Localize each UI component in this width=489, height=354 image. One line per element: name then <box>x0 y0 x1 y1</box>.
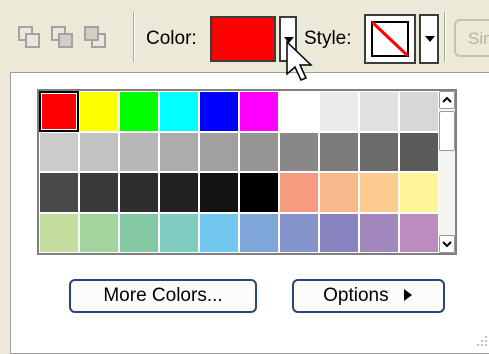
options-button[interactable]: Options <box>292 279 445 313</box>
toolbar-separator <box>133 12 135 62</box>
color-cell[interactable] <box>239 91 279 132</box>
color-cell[interactable] <box>319 212 359 253</box>
color-cell[interactable] <box>159 91 199 132</box>
group-icon[interactable] <box>50 25 74 49</box>
color-cell[interactable] <box>79 131 119 172</box>
color-cell[interactable] <box>399 131 439 172</box>
chevron-up-icon <box>442 96 452 103</box>
send-backward-icon[interactable] <box>17 25 41 49</box>
scroll-down-button[interactable] <box>439 235 455 253</box>
style-button[interactable] <box>364 14 416 64</box>
color-cell[interactable] <box>119 212 159 253</box>
sin-button[interactable]: Sin <box>454 19 489 57</box>
color-swatch-button[interactable] <box>210 16 276 62</box>
color-cell[interactable] <box>119 172 159 213</box>
color-cell[interactable] <box>359 172 399 213</box>
chevron-down-icon <box>442 241 452 248</box>
color-cell[interactable] <box>199 212 239 253</box>
resize-grip-icon[interactable] <box>476 335 488 347</box>
color-cell[interactable] <box>119 131 159 172</box>
no-style-icon <box>370 20 410 58</box>
color-cell[interactable] <box>199 131 239 172</box>
color-cell[interactable] <box>279 131 319 172</box>
color-cell[interactable] <box>119 91 159 132</box>
color-grid-frame <box>37 89 457 255</box>
color-cell[interactable] <box>359 91 399 132</box>
palette-scrollbar[interactable] <box>439 91 455 253</box>
color-cell[interactable] <box>39 131 79 172</box>
color-cell[interactable] <box>239 172 279 213</box>
color-label: Color: <box>146 28 197 49</box>
bring-forward-icon[interactable] <box>83 25 107 49</box>
color-cell[interactable] <box>319 91 359 132</box>
color-cell[interactable] <box>279 91 319 132</box>
color-cell[interactable] <box>319 131 359 172</box>
color-cell[interactable] <box>159 172 199 213</box>
color-cell[interactable] <box>199 91 239 132</box>
color-cell[interactable] <box>359 212 399 253</box>
scroll-up-button[interactable] <box>439 91 455 109</box>
color-cell[interactable] <box>399 172 439 213</box>
color-cell[interactable] <box>319 172 359 213</box>
color-cell[interactable] <box>359 131 399 172</box>
color-cell[interactable] <box>279 212 319 253</box>
mouse-cursor-icon <box>286 40 313 81</box>
color-grid <box>39 91 439 253</box>
color-cell[interactable] <box>159 131 199 172</box>
style-dropdown-button[interactable] <box>419 14 439 64</box>
more-colors-label: More Colors... <box>103 285 223 306</box>
color-cell[interactable] <box>159 212 199 253</box>
color-palette-dropdown: More Colors... Options <box>10 72 489 354</box>
color-cell[interactable] <box>79 172 119 213</box>
color-cell[interactable] <box>79 91 119 132</box>
scroll-thumb[interactable] <box>439 111 455 151</box>
color-cell[interactable] <box>39 91 79 132</box>
color-cell[interactable] <box>79 212 119 253</box>
triangle-right-icon <box>403 289 412 301</box>
more-colors-button[interactable]: More Colors... <box>69 279 257 313</box>
color-cell[interactable] <box>39 212 79 253</box>
color-cell[interactable] <box>279 172 319 213</box>
color-cell[interactable] <box>239 212 279 253</box>
toolbar-separator <box>444 12 446 62</box>
color-cell[interactable] <box>39 172 79 213</box>
color-cell[interactable] <box>199 172 239 213</box>
color-cell[interactable] <box>239 131 279 172</box>
options-label: Options <box>323 285 389 306</box>
color-cell[interactable] <box>399 91 439 132</box>
toolbar: Color: Style: Sin <box>0 0 489 72</box>
color-cell[interactable] <box>399 212 439 253</box>
